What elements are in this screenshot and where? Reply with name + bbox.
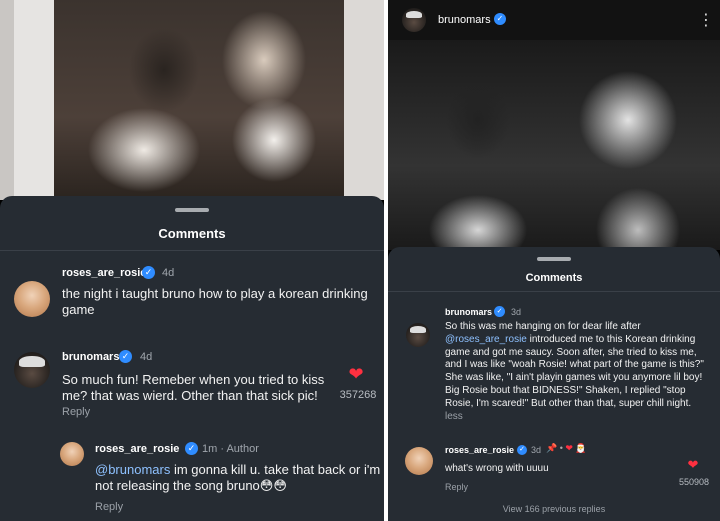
- comments-sheet: Comments brunomars ✓ 3d So this was me h…: [388, 247, 720, 521]
- verified-badge-icon: ✓: [185, 442, 198, 455]
- avatar[interactable]: [60, 442, 84, 466]
- reply-button[interactable]: Reply: [445, 482, 468, 492]
- reply-text: @brunomars im gonna kill u. take that ba…: [95, 462, 384, 494]
- mention-link[interactable]: @roses_are_rosie: [445, 334, 527, 345]
- comment-text: So this was me hanging on for dear life …: [445, 321, 707, 423]
- heart-icon[interactable]: ❤: [344, 364, 368, 385]
- like-count: 550908: [678, 477, 710, 487]
- more-options-icon[interactable]: ⋮: [698, 10, 714, 30]
- avatar[interactable]: [14, 352, 50, 388]
- background-edge: [344, 0, 384, 200]
- view-previous-replies-button[interactable]: View 166 previous replies: [388, 504, 720, 514]
- comment-time: 3d: [511, 307, 522, 317]
- pin-label: 📌 •: [546, 443, 566, 453]
- comment-body: So this was me hanging on for dear life …: [445, 321, 641, 332]
- reply-username[interactable]: roses_are_rosie: [95, 443, 179, 455]
- heart-icon[interactable]: ❤: [684, 457, 702, 473]
- post-photo-frame: [14, 0, 346, 200]
- verified-badge-icon: ✓: [494, 13, 506, 25]
- verified-badge-icon: ✓: [494, 306, 505, 317]
- right-screenshot: brunomars ✓ ⋮ Comments brunomars ✓ 3d So…: [388, 0, 720, 521]
- comment-text: the night i taught bruno how to play a k…: [62, 286, 368, 317]
- comment-username[interactable]: brunomars: [445, 307, 492, 317]
- comments-title: Comments: [158, 226, 226, 241]
- pin-icon: 📌 • ❤ 🎅: [546, 443, 587, 453]
- verified-badge-icon: ✓: [142, 266, 155, 279]
- post-header: brunomars ✓ ⋮: [388, 0, 720, 40]
- verified-badge-icon: ✓: [119, 350, 132, 363]
- comment-time: 4d: [140, 351, 153, 363]
- less-toggle[interactable]: less: [445, 411, 463, 422]
- comment-text: what's wrong with uuuu: [445, 463, 549, 474]
- comment-body: introduced me to this Korean drinking ga…: [445, 333, 704, 409]
- mention-link[interactable]: @brunomars: [95, 462, 170, 477]
- comment-username[interactable]: roses_are_rosie: [62, 267, 146, 279]
- post-username[interactable]: brunomars: [438, 14, 491, 26]
- like-count: 357268: [339, 389, 377, 401]
- left-screenshot: Comments roses_are_rosie ✓ 4d the night …: [0, 0, 384, 521]
- avatar[interactable]: [405, 447, 433, 475]
- background-edge: [0, 0, 14, 200]
- drag-handle[interactable]: [537, 257, 571, 261]
- drag-handle[interactable]: [175, 208, 209, 212]
- post-photo: [388, 40, 720, 250]
- comment-username[interactable]: roses_are_rosie: [445, 445, 514, 455]
- heart-icon: ❤: [565, 443, 573, 453]
- avatar[interactable]: [402, 8, 426, 32]
- comment-username[interactable]: brunomars: [62, 351, 119, 363]
- divider: [388, 291, 720, 292]
- comments-sheet: Comments roses_are_rosie ✓ 4d the night …: [0, 196, 384, 521]
- verified-badge-icon: ✓: [517, 445, 527, 455]
- avatar[interactable]: [406, 323, 430, 347]
- divider: [0, 250, 384, 251]
- avatar[interactable]: [14, 281, 50, 317]
- reply-time: 1m · Author: [202, 443, 259, 455]
- comments-title: Comments: [525, 272, 583, 284]
- comment-text: So much fun! Remeber when you tried to k…: [62, 372, 325, 403]
- reply-button[interactable]: Reply: [62, 406, 90, 418]
- reply-button[interactable]: Reply: [95, 501, 123, 513]
- post-photo: [54, 0, 346, 196]
- comment-time: 3d: [531, 445, 542, 455]
- comment-time: 4d: [162, 267, 175, 279]
